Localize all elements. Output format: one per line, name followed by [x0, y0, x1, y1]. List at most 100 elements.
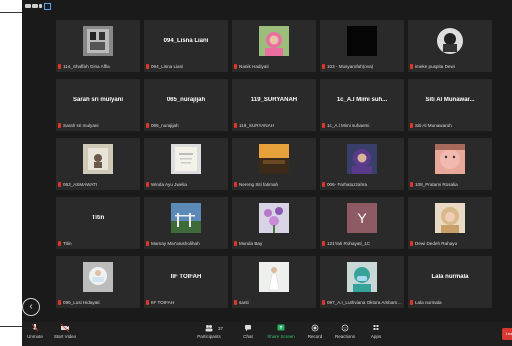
participant-tile[interactable]: 096_Lusi Hidayati: [56, 256, 140, 308]
participants-count: 37: [218, 326, 224, 331]
participant-display-name: Titin: [91, 215, 105, 221]
reactions-button[interactable]: Reactions: [332, 324, 358, 339]
participant-tile[interactable]: Y 121Yati Rohayati_1C: [320, 197, 404, 249]
participant-tile[interactable]: IIF TOIFAH IIF TOIFAH: [144, 256, 228, 308]
participant-name-label: Sarah sri mulyani: [58, 122, 138, 130]
participant-name-label: 097_A.I_Luthviana Oktora Ambarsari: [322, 299, 402, 307]
participant-name-label: Titin: [58, 240, 138, 248]
participant-tile[interactable]: Lala nurmala Lala nurmala: [408, 256, 492, 308]
start-video-button[interactable]: Start Video: [52, 324, 78, 339]
participant-name-label: 103 - Musyarofah(ova): [322, 63, 402, 71]
record-button[interactable]: Record: [304, 324, 326, 339]
participant-name-label: Mamay Mar'atusholihah: [146, 240, 226, 248]
microphone-muted-icon: [31, 324, 39, 332]
microphone-muted-icon: [146, 64, 149, 70]
participant-tile[interactable]: imeke puspita Dewi: [408, 20, 492, 72]
svg-text:Y: Y: [357, 210, 367, 226]
unmute-button[interactable]: Unmute: [24, 324, 46, 339]
microphone-muted-icon: [410, 241, 413, 247]
participant-name-label: Dewi Dedeh Rahayu: [410, 240, 490, 248]
participant-name-label: IIF TOIFAH: [146, 299, 226, 307]
participant-name-label: 063_ASMAWATI: [58, 181, 138, 189]
window-control-icon[interactable]: [39, 4, 42, 8]
participant-name-label: Siti Al Munawaroh: [410, 122, 490, 130]
participant-tile[interactable]: 108_Pratami Rosalia: [408, 138, 492, 190]
microphone-muted-icon: [322, 182, 325, 188]
microphone-muted-icon: [146, 300, 149, 306]
participant-name-label: Nereng Siti fatimah: [234, 181, 314, 189]
participant-display-name: Lala nurmala: [431, 274, 469, 280]
microphone-muted-icon: [234, 241, 237, 247]
participant-tile[interactable]: Siti Al Munawar... Siti Al Munawaroh: [408, 79, 492, 131]
participant-tile[interactable]: Nanik Hadiyati: [232, 20, 316, 72]
participant-photo: [435, 144, 465, 174]
participant-tile[interactable]: 097_A.I_Luthviana Oktora Ambarsari: [320, 256, 404, 308]
microphone-muted-icon: [146, 241, 149, 247]
participant-photo: [347, 26, 377, 56]
share-screen-icon: [277, 324, 285, 331]
participant-photo: [171, 144, 201, 174]
participant-tile[interactable]: 006- Farhatuzzahra: [320, 138, 404, 190]
participant-tile[interactable]: Munda Bay: [232, 197, 316, 249]
participant-tile[interactable]: 114_Shaffah Gina Affia: [56, 20, 140, 72]
chat-button[interactable]: Chat: [238, 324, 258, 339]
participant-tile[interactable]: Nereng Siti fatimah: [232, 138, 316, 190]
gallery-view-icon[interactable]: [44, 3, 51, 10]
video-camera-off-icon: [60, 324, 70, 332]
chat-bubble-icon: [245, 325, 251, 332]
microphone-muted-icon: [234, 64, 237, 70]
leave-meeting-button[interactable]: Lea: [502, 328, 512, 340]
participant-tile[interactable]: 119_SURYANAH 119_SURYANAH: [232, 79, 316, 131]
participant-tile[interactable]: 063_ASMAWATI: [56, 138, 140, 190]
participant-display-name: 119_SURYANAH: [250, 97, 298, 103]
microphone-muted-icon: [410, 123, 413, 129]
participant-display-name: Sarah sri mulyani: [72, 97, 124, 103]
participant-photo: [83, 262, 113, 292]
microphone-muted-icon: [410, 300, 413, 306]
participant-tile[interactable]: Winda Ayu Jwelia: [144, 138, 228, 190]
microphone-muted-icon: [322, 300, 325, 306]
share-screen-button[interactable]: Share Screen: [266, 324, 296, 339]
participant-name-label: 006- Farhatuzzahra: [322, 181, 402, 189]
participant-display-name: 094_Lisna Liani: [163, 38, 209, 44]
microphone-muted-icon: [146, 182, 149, 188]
participant-tile[interactable]: Titin Titin: [56, 197, 140, 249]
participant-name-label: imeke puspita Dewi: [410, 63, 490, 71]
previous-page-button[interactable]: ‹: [22, 298, 40, 316]
participant-tile[interactable]: Dewi Dedeh Rahayu: [408, 197, 492, 249]
participant-tile[interactable]: Mamay Mar'atusholihah: [144, 197, 228, 249]
microphone-muted-icon: [234, 182, 237, 188]
participant-tile[interactable]: 103 - Musyarofah(ova): [320, 20, 404, 72]
participant-name-label: santi: [234, 299, 314, 307]
participant-name-label: Winda Ayu Jwelia: [146, 181, 226, 189]
participant-name-label: Nanik Hadiyati: [234, 63, 314, 71]
people-icon: [205, 325, 213, 332]
participant-tile[interactable]: Sarah sri mulyani Sarah sri mulyani: [56, 79, 140, 131]
participant-tile[interactable]: 1c_A.l Mimi suh... 1c_A.l Mimi suhaemi: [320, 79, 404, 131]
participant-photo: [83, 26, 113, 56]
participant-photo: [347, 262, 377, 292]
microphone-muted-icon: [322, 241, 325, 247]
microphone-muted-icon: [58, 182, 61, 188]
participant-tile[interactable]: santi: [232, 256, 316, 308]
participant-name-label: 096_Lusi Hidayati: [58, 299, 138, 307]
participant-photo: [83, 144, 113, 174]
participant-name-label: 094_Lisna Liani: [146, 63, 226, 71]
participant-tile[interactable]: 094_Lisna Liani 094_Lisna Liani: [144, 20, 228, 72]
participant-photo: [259, 203, 289, 233]
microphone-muted-icon: [146, 123, 149, 129]
microphone-muted-icon: [322, 123, 325, 129]
participant-display-name: 1c_A.l Mimi suh...: [336, 97, 388, 103]
window-edge-bottom: [0, 326, 22, 327]
participant-display-name: 065_nurajijah: [166, 97, 206, 103]
apps-button[interactable]: Apps: [366, 324, 386, 339]
window-control-icon[interactable]: [25, 4, 31, 8]
title-bar: [22, 0, 512, 14]
microphone-muted-icon: [322, 64, 325, 70]
participant-photo: [347, 144, 377, 174]
participant-photo: [435, 203, 465, 233]
participant-tile[interactable]: 065_nurajijah 065_nurajijah: [144, 79, 228, 131]
participant-photo: Y: [347, 203, 377, 233]
window-control-icon[interactable]: [32, 4, 38, 8]
meeting-toolbar: Unmute Start Video Participants 37 Chat …: [22, 322, 512, 346]
